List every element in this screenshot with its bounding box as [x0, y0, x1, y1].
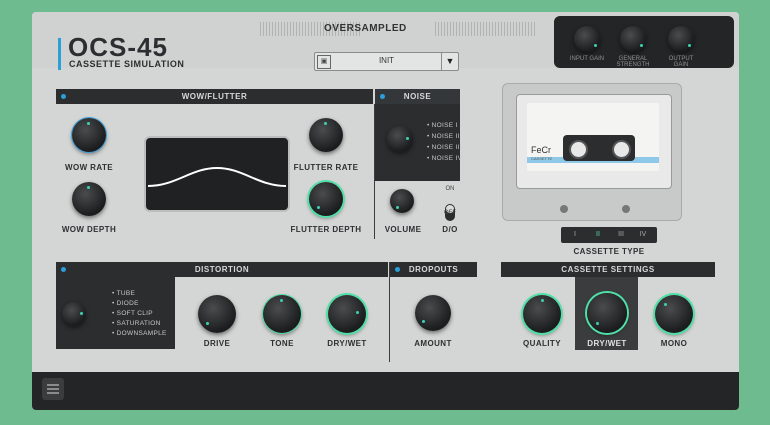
flutter-rate-knob[interactable] [309, 118, 343, 152]
flutter-rate-label: FLUTTER RATE [293, 163, 359, 172]
do-label: D/O [442, 225, 458, 234]
output-gain-label: OUTPUT GAIN [668, 56, 694, 68]
cassette-drywet-knob[interactable] [587, 293, 627, 333]
wow-depth-knob[interactable] [72, 182, 106, 216]
tape-reel-left [569, 140, 588, 159]
flutter-depth-knob[interactable] [309, 182, 343, 216]
distortion-mode-option[interactable]: • DOWNSAMPLE [112, 330, 167, 337]
cassette-type-button[interactable]: III [611, 229, 631, 241]
cassette-type-button[interactable]: IV [633, 229, 653, 241]
cassette-type-label: CASSETTE TYPE [573, 247, 645, 256]
wow-rate-knob[interactable] [72, 118, 106, 152]
noise-volume-label: VOLUME [384, 225, 422, 234]
noise-option[interactable]: • NOISE IV [427, 155, 462, 162]
speaker-grille-right [435, 22, 535, 36]
dropouts-amount-label: AMOUNT [414, 339, 452, 348]
cassette-settings-header: CASSETTE SETTINGS [501, 262, 715, 277]
screw-icon [560, 205, 568, 213]
save-icon[interactable]: ▣ [317, 55, 331, 69]
dropouts-header: DROPOUTS [390, 262, 477, 277]
oversampled-toggle[interactable]: OVERSAMPLED [324, 23, 407, 34]
noise-volume-knob[interactable] [390, 189, 414, 213]
tone-label: TONE [270, 339, 294, 348]
footer-bar [32, 372, 739, 410]
input-gain-knob[interactable] [574, 26, 600, 52]
wow-rate-label: WOW RATE [65, 163, 113, 172]
logo-accent-bar [58, 38, 61, 70]
output-section: INPUT GAIN GENERAL STRENGTH OUTPUT GAIN [554, 16, 734, 68]
distortion-drywet-knob[interactable] [328, 295, 366, 333]
section-led[interactable] [61, 94, 66, 99]
distortion-header: DISTORTION [56, 262, 388, 277]
waveform-graph [147, 166, 287, 187]
section-led[interactable] [380, 94, 385, 99]
tape-sub-label: CASSETTE [531, 156, 553, 161]
divider [389, 262, 390, 362]
noise-option[interactable]: • NOISE I [427, 122, 458, 129]
wow-flutter-header: WOW/FLUTTER [56, 89, 373, 104]
quality-label: QUALITY [523, 339, 561, 348]
cassette-type-button[interactable]: I [565, 229, 585, 241]
section-led[interactable] [395, 267, 400, 272]
menu-icon[interactable] [42, 378, 64, 400]
tape-reel-right [612, 140, 631, 159]
distortion-drywet-label: DRY/WET [327, 339, 367, 348]
drive-knob[interactable] [198, 295, 236, 333]
noise-type-knob[interactable] [387, 126, 413, 152]
noise-header: NOISE [375, 89, 460, 104]
wow-depth-label: WOW DEPTH [61, 225, 117, 234]
tone-knob[interactable] [263, 295, 301, 333]
toggle-off-label: OFF [444, 210, 456, 216]
tape-type-label: FeCr [531, 145, 551, 155]
preset-name: INIT [378, 56, 395, 65]
dropdown-arrow-icon[interactable]: ▼ [441, 53, 458, 70]
mono-label: MONO [660, 339, 688, 348]
plugin-window: OCS-45 CASSETTE SIMULATION OVERSAMPLED ▣… [32, 12, 739, 410]
noise-option[interactable]: • NOISE II [427, 133, 460, 140]
cassette-type-button-selected[interactable]: II [588, 229, 608, 241]
divider [374, 104, 375, 239]
distortion-mode-option[interactable]: • SATURATION [112, 320, 161, 327]
wow-flutter-display [144, 136, 290, 212]
drive-label: DRIVE [203, 339, 231, 348]
screw-icon [622, 205, 630, 213]
cassette-drywet-label: DRY/WET [587, 339, 627, 348]
distortion-mode-option[interactable]: • TUBE [112, 290, 135, 297]
tape-window [563, 135, 635, 161]
distortion-mode-option[interactable]: • DIODE [112, 300, 139, 307]
product-subtitle: CASSETTE SIMULATION [69, 59, 185, 69]
input-gain-label: INPUT GAIN [569, 56, 605, 62]
output-gain-knob[interactable] [668, 26, 694, 52]
distortion-mode-option[interactable]: • SOFT CLIP [112, 310, 153, 317]
flutter-depth-label: FLUTTER DEPTH [290, 225, 362, 234]
cassette-tape: FeCr CASSETTE [516, 94, 672, 189]
quality-knob[interactable] [523, 295, 561, 333]
general-strength-knob[interactable] [620, 26, 646, 52]
preset-selector[interactable]: ▣ INIT ▼ [314, 52, 459, 71]
toggle-on-label: ON [445, 186, 455, 192]
noise-option[interactable]: • NOISE III [427, 144, 462, 151]
distortion-mode-knob[interactable] [62, 302, 86, 326]
dropouts-amount-knob[interactable] [415, 295, 451, 331]
mono-knob[interactable] [655, 295, 693, 333]
cassette-type-selector: I II III IV [561, 227, 657, 243]
general-strength-label: GENERAL STRENGTH [616, 56, 650, 68]
section-led[interactable] [61, 267, 66, 272]
